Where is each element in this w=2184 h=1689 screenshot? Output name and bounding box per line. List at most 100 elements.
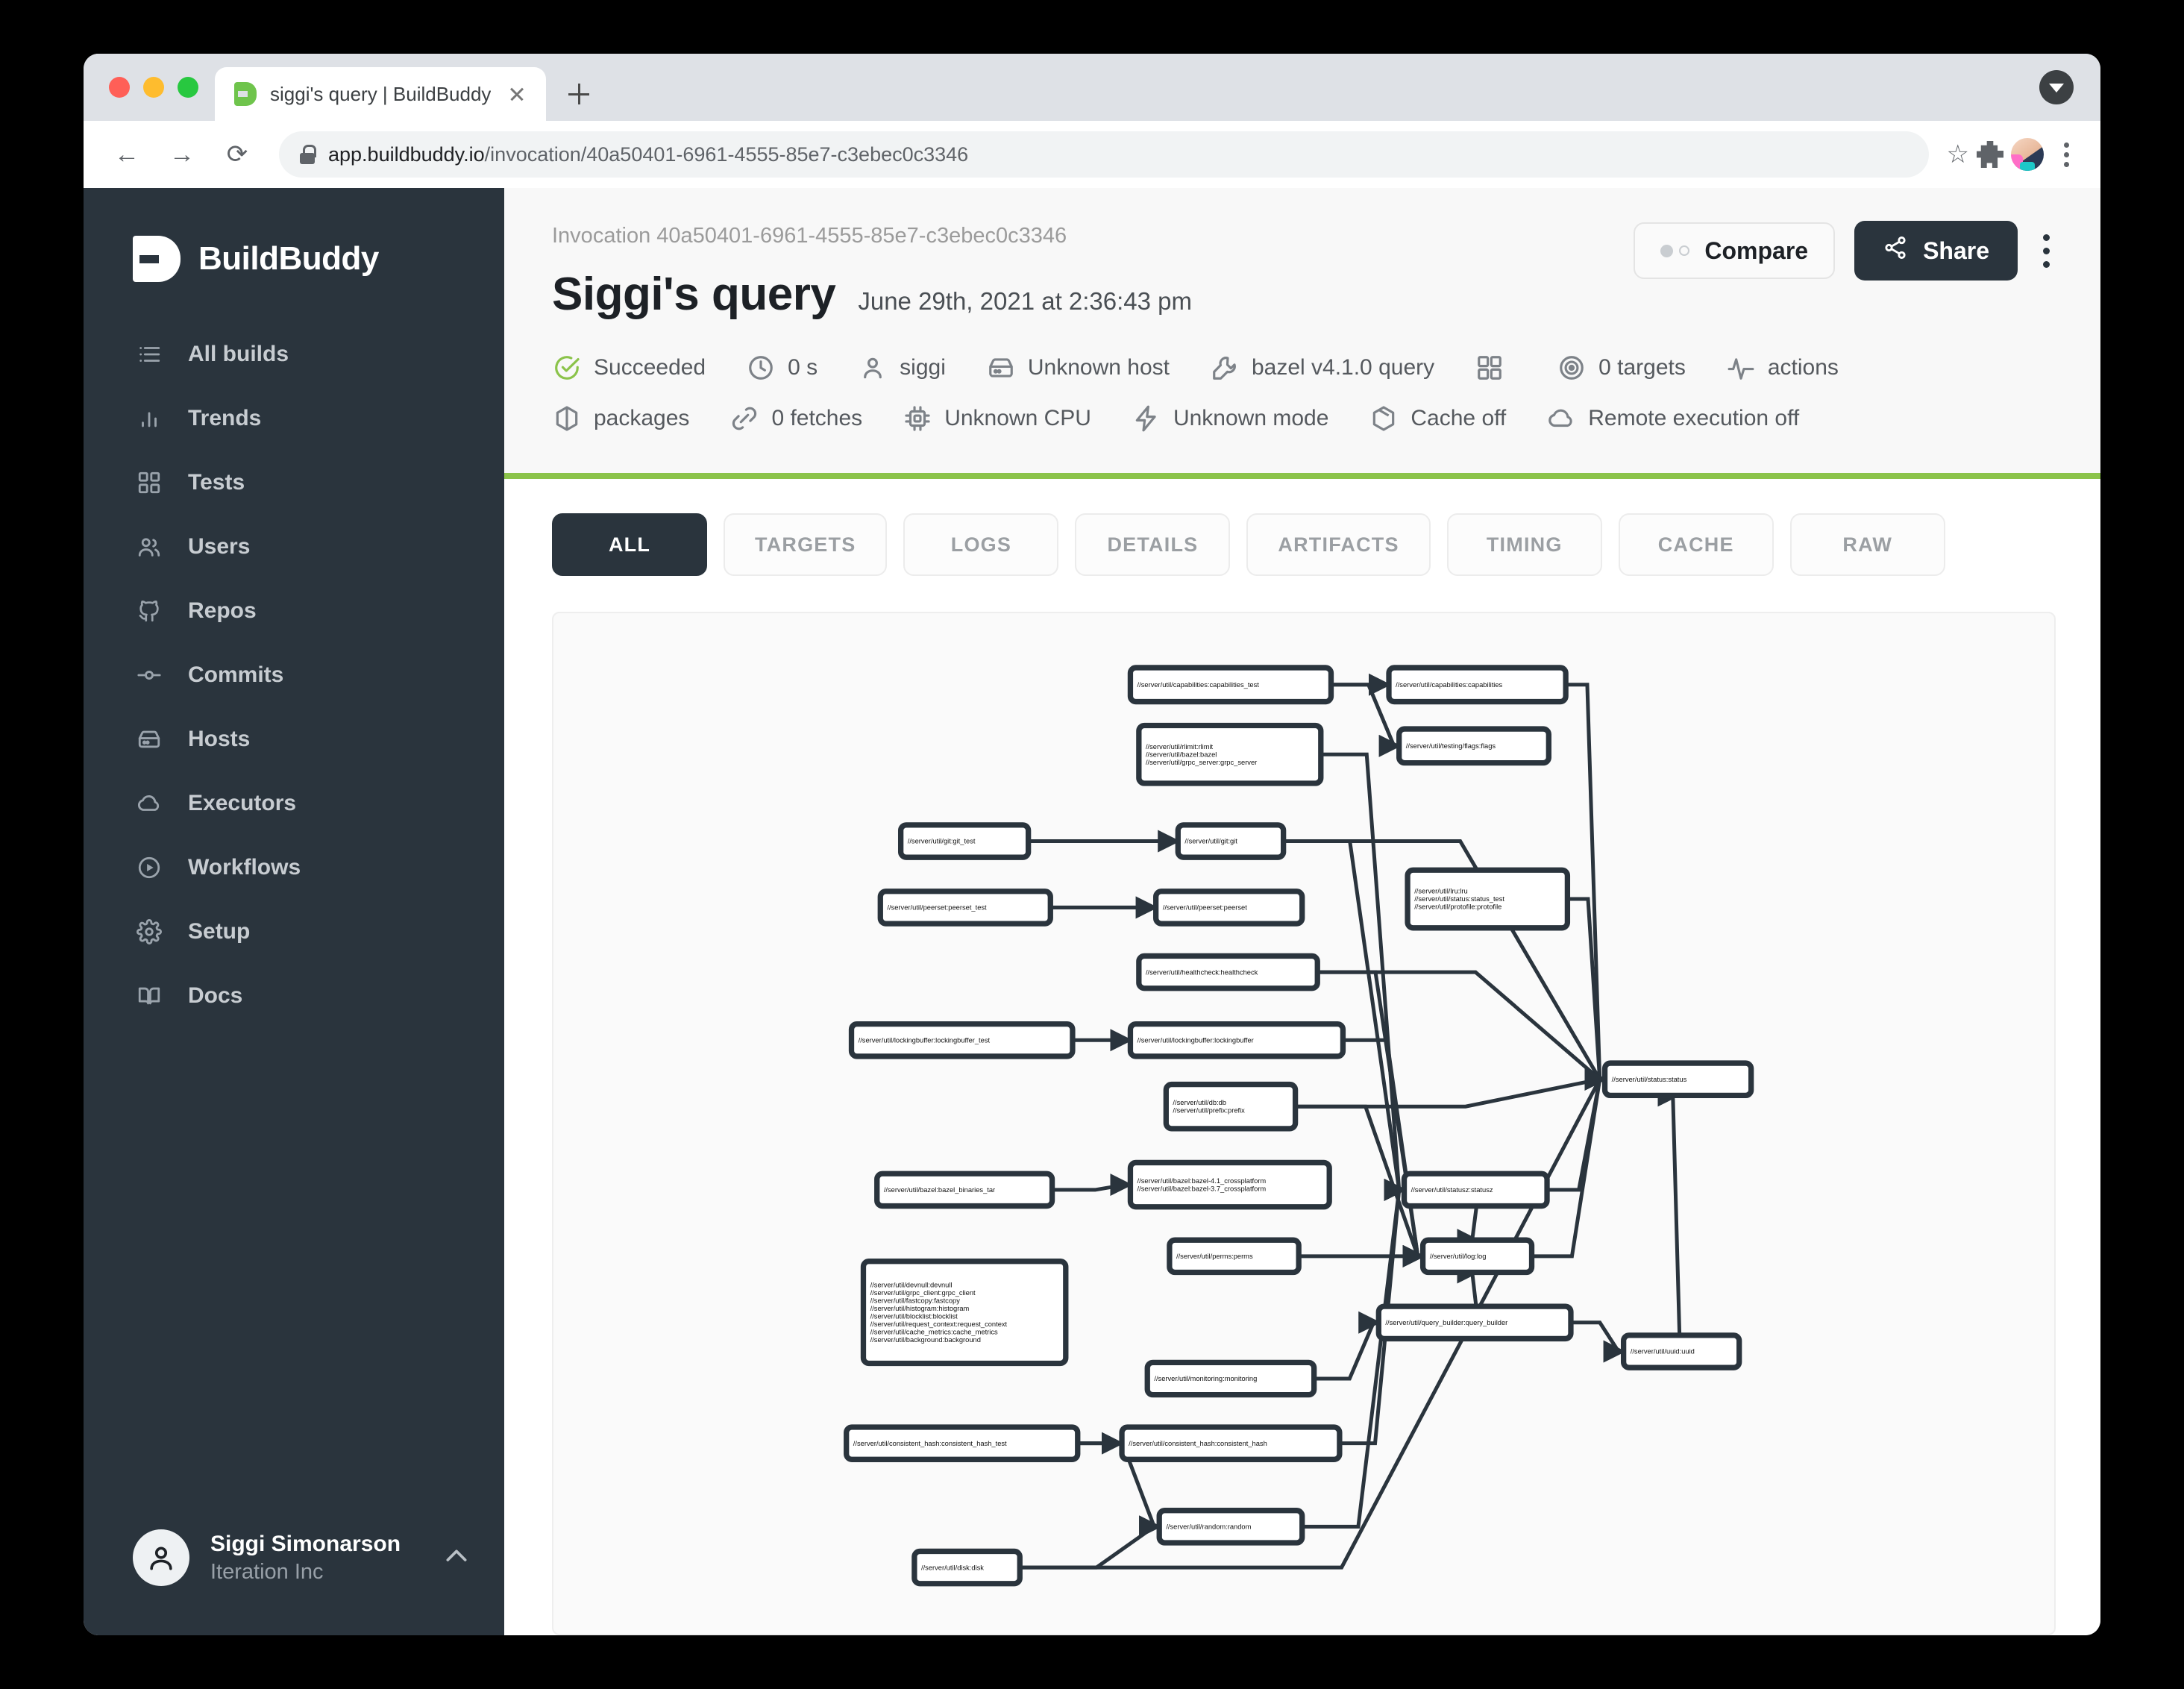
app-body: BuildBuddy All builds Trends Tests Users… bbox=[84, 188, 2100, 1635]
meta-label: Unknown host bbox=[1027, 355, 1170, 380]
graph-node[interactable]: //server/util/bazel:bazel-4.1_crossplatf… bbox=[1127, 1159, 1332, 1210]
cloud-icon bbox=[136, 790, 163, 817]
forward-arrow-icon[interactable]: → bbox=[158, 131, 206, 178]
graph-node[interactable]: //server/util/consistent_hash:consistent… bbox=[1119, 1424, 1343, 1462]
profile-avatar[interactable] bbox=[2011, 138, 2044, 171]
tab-details[interactable]: DETAILS bbox=[1075, 513, 1231, 576]
sidebar-item-docs[interactable]: Docs bbox=[84, 964, 504, 1028]
graph-node[interactable]: //server/util/disk:disk bbox=[911, 1548, 1023, 1587]
meta-user: siggi bbox=[858, 343, 946, 392]
browser-menu-icon[interactable] bbox=[2051, 138, 2081, 171]
graph-node[interactable]: //server/util/testing/flags:flags bbox=[1396, 726, 1551, 766]
tab-label: DETAILS bbox=[1107, 533, 1199, 556]
sidebar-item-repos[interactable]: Repos bbox=[84, 579, 504, 643]
graph-edge bbox=[1567, 897, 1607, 1091]
reload-icon[interactable]: ⟳ bbox=[213, 131, 261, 178]
download-indicator-icon[interactable] bbox=[2039, 70, 2074, 104]
url-domain: app.buildbuddy.io bbox=[328, 142, 485, 166]
graph-node[interactable]: //server/util/query_builder:query_builde… bbox=[1375, 1303, 1574, 1342]
graph-node[interactable]: //server/util/lru:lru//server/util/statu… bbox=[1405, 867, 1571, 931]
graph-node[interactable]: //server/util/statusz:statusz bbox=[1401, 1171, 1550, 1209]
sidebar-item-workflows[interactable]: Workflows bbox=[84, 836, 504, 900]
query-graph-panel[interactable]: //server/util/capabilities:capabilities_… bbox=[552, 612, 2056, 1635]
tab-timing[interactable]: TIMING bbox=[1446, 513, 1602, 576]
sidebar-item-users[interactable]: Users bbox=[84, 515, 504, 579]
sidebar-item-tests[interactable]: Tests bbox=[84, 451, 504, 515]
meta-label: Unknown mode bbox=[1173, 406, 1329, 430]
graph-node[interactable]: //server/util/peerset:peerset bbox=[1152, 889, 1305, 927]
sidebar-item-commits[interactable]: Commits bbox=[84, 643, 504, 707]
graph-node[interactable]: //server/util/lockingbuffer:lockingbuffe… bbox=[848, 1021, 1076, 1059]
meta-mode: Unknown mode bbox=[1132, 394, 1328, 443]
graph-node[interactable]: //server/util/healthcheck:healthcheck bbox=[1136, 953, 1320, 991]
graph-node[interactable]: //server/util/git:git bbox=[1175, 822, 1287, 860]
graph-node-label: //server/util/monitoring:monitoring bbox=[1154, 1375, 1257, 1382]
tab-all[interactable]: ALL bbox=[552, 513, 707, 576]
minimize-window-button[interactable] bbox=[143, 77, 164, 98]
new-tab-button[interactable] bbox=[556, 72, 601, 116]
graph-node-label: //server/util/bazel:bazel-3.7_crossplatf… bbox=[1138, 1185, 1267, 1193]
tab-logs[interactable]: LOGS bbox=[903, 513, 1059, 576]
kebab-menu-icon[interactable] bbox=[2037, 234, 2056, 268]
graph-node-label: //server/util/bazel:bazel_binaries_tar bbox=[884, 1186, 995, 1194]
sidebar-item-executors[interactable]: Executors bbox=[84, 771, 504, 836]
meta-duration: 0 s bbox=[746, 343, 818, 392]
git-commit-icon bbox=[136, 662, 163, 689]
graph-node[interactable]: //server/util/status:status bbox=[1601, 1060, 1754, 1099]
graph-node[interactable]: //server/util/lockingbuffer:lockingbuffe… bbox=[1127, 1021, 1346, 1059]
chevron-up-icon[interactable] bbox=[442, 1541, 471, 1575]
close-window-button[interactable] bbox=[109, 77, 130, 98]
graph-node[interactable]: //server/util/git:git_test bbox=[897, 822, 1032, 860]
extensions-puzzle-icon[interactable] bbox=[1977, 141, 2003, 168]
graph-edge bbox=[1531, 1068, 1607, 1259]
graph-node[interactable]: //server/util/random:random bbox=[1156, 1508, 1305, 1546]
close-tab-icon[interactable] bbox=[504, 81, 530, 107]
browser-tabstrip: siggi's query | BuildBuddy bbox=[84, 54, 2100, 121]
meta-fetches: 0 fetches bbox=[729, 394, 862, 443]
tab-artifacts[interactable]: ARTIFACTS bbox=[1246, 513, 1431, 576]
tab-label: ARTIFACTS bbox=[1278, 533, 1399, 556]
sidebar-item-all-builds[interactable]: All builds bbox=[84, 322, 504, 386]
tab-targets[interactable]: TARGETS bbox=[724, 513, 888, 576]
sidebar: BuildBuddy All builds Trends Tests Users… bbox=[84, 188, 504, 1635]
graph-node[interactable]: //server/util/bazel:bazel_binaries_tar bbox=[874, 1171, 1055, 1209]
meta-label: actions bbox=[1767, 355, 1839, 380]
meta-actions: actions bbox=[1726, 343, 1839, 392]
graph-edge bbox=[1295, 1068, 1607, 1109]
graph-node-label: //server/util/log:log bbox=[1430, 1253, 1487, 1260]
graph-node[interactable]: //server/util/capabilities:capabilities bbox=[1386, 665, 1569, 705]
browser-tab[interactable]: siggi's query | BuildBuddy bbox=[215, 67, 547, 121]
brand-logo[interactable]: BuildBuddy bbox=[84, 218, 504, 282]
graph-node[interactable]: //server/util/capabilities:capabilities_… bbox=[1127, 665, 1334, 705]
graph-node[interactable]: //server/util/consistent_hash:consistent… bbox=[844, 1424, 1081, 1462]
graph-node[interactable]: //server/util/monitoring:monitoring bbox=[1144, 1359, 1317, 1398]
sidebar-item-trends[interactable]: Trends bbox=[84, 386, 504, 451]
sidebar-item-hosts[interactable]: Hosts bbox=[84, 707, 504, 771]
graph-node[interactable]: //server/util/rlimit:rlimit//server/util… bbox=[1136, 722, 1324, 786]
share-button[interactable]: Share bbox=[1854, 221, 2018, 281]
tab-title: siggi's query | BuildBuddy bbox=[270, 82, 492, 105]
invocation-meta: Succeeded 0 s siggi Unknown host bazel v… bbox=[552, 343, 2056, 443]
sidebar-item-setup[interactable]: Setup bbox=[84, 900, 504, 964]
graph-node[interactable]: //server/util/peerset:peerset_test bbox=[877, 889, 1053, 927]
dependency-graph[interactable]: //server/util/capabilities:capabilities_… bbox=[553, 613, 2054, 1634]
back-arrow-icon[interactable]: ← bbox=[103, 131, 151, 178]
tab-raw[interactable]: RAW bbox=[1789, 513, 1945, 576]
tab-cache[interactable]: CACHE bbox=[1618, 513, 1774, 576]
sidebar-user-menu[interactable]: Siggi Simonarson Iteration Inc bbox=[84, 1529, 504, 1635]
meta-grid bbox=[1475, 343, 1516, 392]
graph-node[interactable]: //server/util/db:db//server/util/prefix:… bbox=[1163, 1081, 1299, 1132]
address-bar[interactable]: app.buildbuddy.io/invocation/40a50401-69… bbox=[279, 131, 1929, 178]
user-org: Iteration Inc bbox=[210, 1559, 324, 1584]
url-path: /invocation/40a50401-6961-4555-85e7-c3eb… bbox=[484, 142, 969, 166]
graph-node[interactable]: //server/util/perms:perms bbox=[1167, 1237, 1302, 1276]
graph-edge bbox=[1020, 1515, 1162, 1570]
graph-edge bbox=[1314, 1311, 1381, 1381]
compare-button[interactable]: Compare bbox=[1634, 222, 1836, 279]
graph-node[interactable]: //server/util/devnull:devnull//server/ut… bbox=[860, 1259, 1069, 1367]
url-text: app.buildbuddy.io/invocation/40a50401-69… bbox=[328, 143, 968, 166]
graph-node[interactable]: //server/util/uuid:uuid bbox=[1620, 1332, 1742, 1370]
graph-node[interactable]: //server/util/log:log bbox=[1419, 1237, 1535, 1276]
maximize-window-button[interactable] bbox=[178, 77, 198, 98]
bookmark-star-icon[interactable]: ☆ bbox=[1947, 140, 1969, 169]
